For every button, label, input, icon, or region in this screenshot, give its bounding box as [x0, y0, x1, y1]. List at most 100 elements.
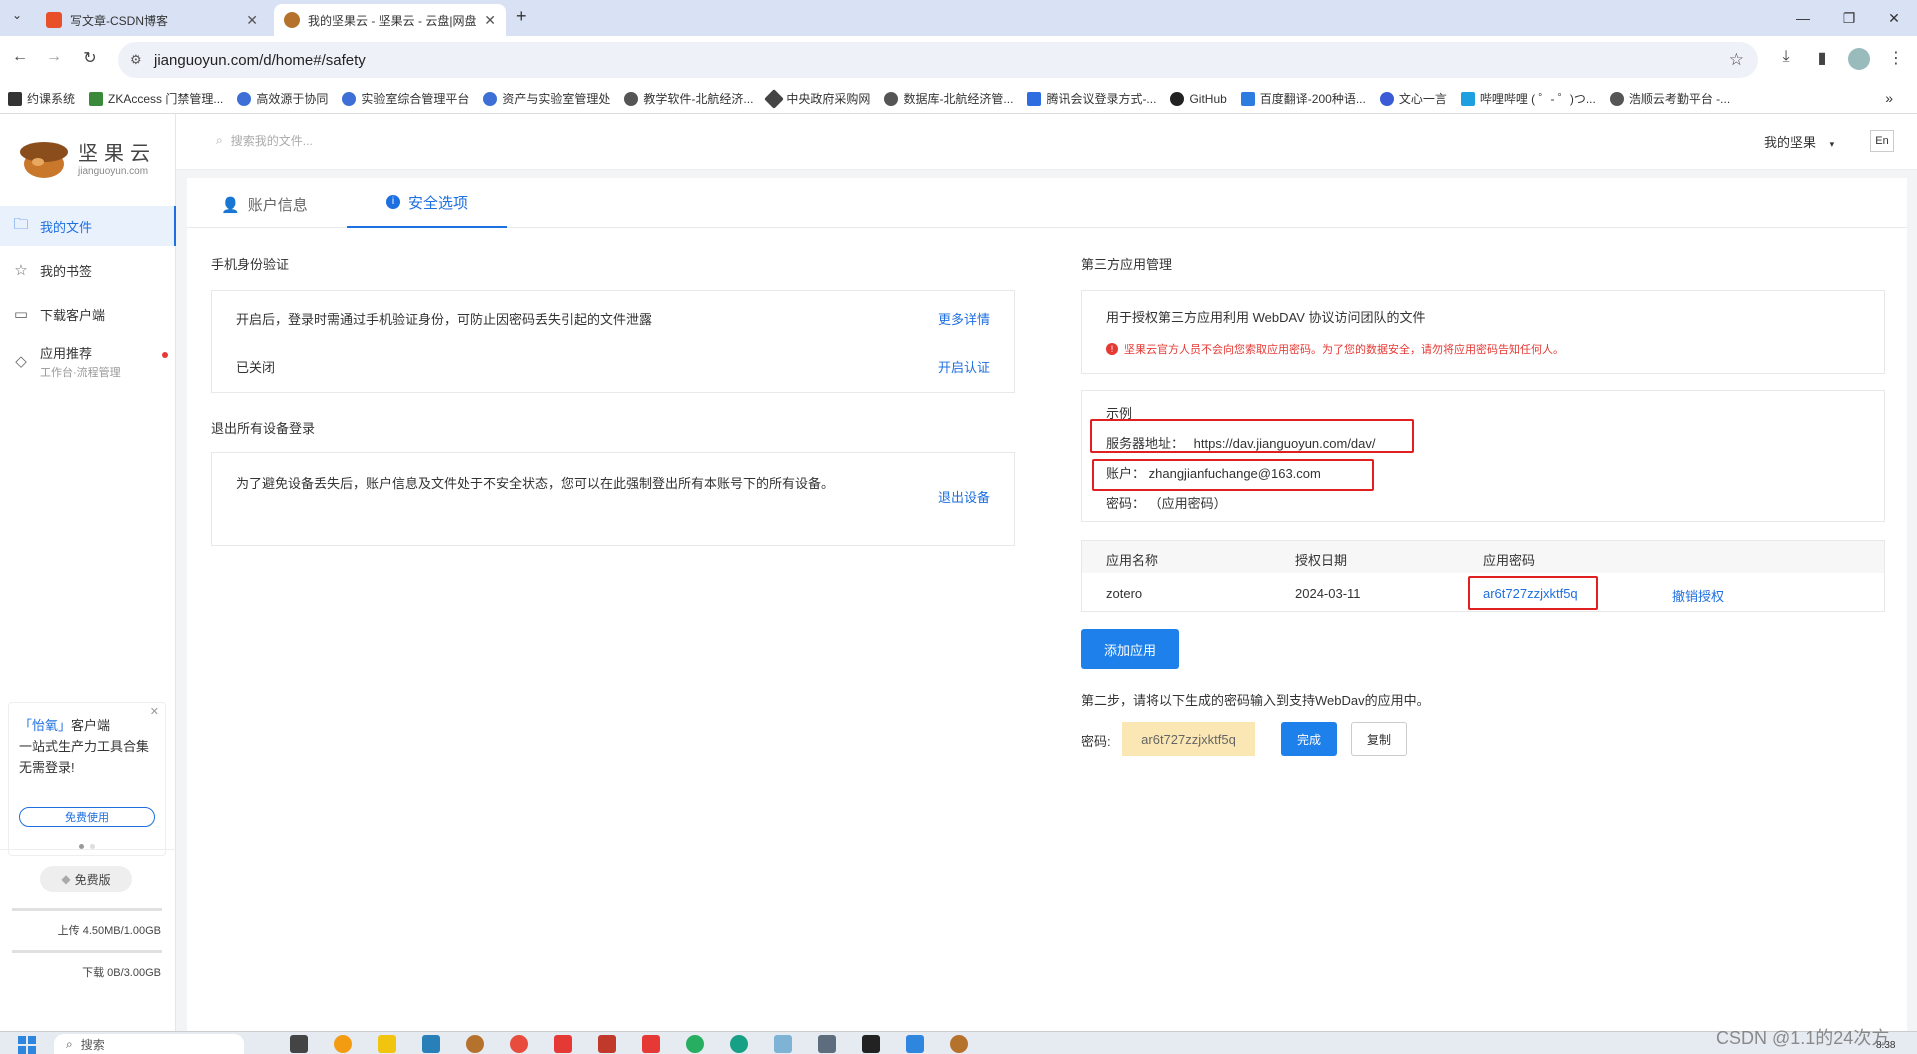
more-details-link[interactable]: 更多详情 [938, 309, 990, 328]
bookmark-item[interactable]: 教学软件-北航经济... [624, 90, 753, 107]
copy-button[interactable]: 复制 [1351, 722, 1407, 756]
task-view-icon[interactable] [290, 1035, 308, 1053]
bookmark-item[interactable]: 高效源于协同 [237, 90, 328, 107]
globe-icon [884, 91, 899, 106]
more-bookmarks-icon[interactable]: » [1885, 90, 1893, 106]
monitor-icon: ▭ [13, 306, 29, 323]
brand-domain: jianguoyun.com [78, 166, 149, 177]
upload-quota-bar [12, 908, 162, 911]
profile-avatar[interactable] [1848, 48, 1870, 70]
bookmark-item[interactable]: GitHub [1170, 91, 1227, 106]
jianguoyun-icon [284, 12, 300, 28]
back-icon[interactable]: ← [8, 48, 32, 66]
brand-name: 坚果云 [78, 143, 156, 165]
close-tab-icon[interactable]: ✕ [484, 12, 496, 29]
plan-badge[interactable]: ◆ 免费版 [40, 866, 132, 892]
bookmark-item[interactable]: 实验室综合管理平台 [342, 90, 469, 107]
bookmark-item[interactable]: 数据库-北航经济管... [884, 90, 1013, 107]
bookmark-item[interactable]: ZKAccess 门禁管理... [89, 90, 223, 107]
bookmark-item[interactable]: 资产与实验室管理处 [483, 90, 610, 107]
warning-icon: ! [1106, 343, 1118, 355]
reload-icon[interactable]: ↻ [78, 48, 102, 68]
bookmark-item[interactable]: 腾讯会议登录方式-... [1027, 90, 1156, 107]
menu-icon[interactable]: ⋮ [1884, 48, 1908, 68]
store-icon[interactable] [422, 1035, 440, 1053]
taskbar-search[interactable]: ⌕ 搜索 [54, 1034, 244, 1054]
jianguoyun-icon[interactable] [466, 1035, 484, 1053]
sidebar-item-bookmarks[interactable]: ☆ 我的书签 [0, 250, 176, 290]
github-icon [1170, 91, 1185, 106]
sidebar-item-download-client[interactable]: ▭ 下载客户端 [0, 294, 176, 334]
wechat-icon[interactable] [686, 1035, 704, 1053]
main-panel: 👤 账户信息 i 安全选项 手机身份验证 开启后，登录时需通过手机验证身份，可防… [187, 178, 1907, 1031]
done-button[interactable]: 完成 [1281, 722, 1337, 756]
close-tab-icon[interactable]: ✕ [246, 12, 258, 29]
tab-list-icon[interactable]: ⌄ [6, 8, 28, 28]
terminal-icon[interactable] [862, 1035, 880, 1053]
logout-devices-link[interactable]: 退出设备 [938, 487, 990, 506]
bilibili-icon [1460, 91, 1475, 106]
close-window-icon[interactable]: ✕ [1871, 0, 1917, 36]
example-card: 示例 服务器地址： https://dav.jianguoyun.com/dav… [1081, 390, 1885, 522]
vscode-icon[interactable] [906, 1035, 924, 1053]
app-icon[interactable] [598, 1035, 616, 1053]
jianguoyun-icon[interactable] [950, 1035, 968, 1053]
password-line: 密码： （应用密码） [1106, 496, 1227, 511]
bookmark-item[interactable]: 约课系统 [8, 90, 75, 107]
enable-auth-link[interactable]: 开启认证 [938, 357, 990, 376]
windows-start-icon[interactable] [18, 1036, 36, 1054]
wps-icon[interactable] [642, 1035, 660, 1053]
taskbar-apps [290, 1035, 968, 1053]
tab-jianguoyun[interactable]: 我的坚果云 - 坚果云 - 云盘|网盘 ✕ [274, 4, 506, 36]
app-icon[interactable] [774, 1035, 792, 1053]
sidebar-item-app-recommend[interactable]: ◇ 应用推荐 工作台·流程管理 [0, 338, 176, 384]
bookmark-item[interactable]: 文心一言 [1379, 90, 1447, 107]
bookmark-icon [342, 91, 357, 106]
caret-down-icon: ▾ [1829, 139, 1835, 149]
brand-logo[interactable]: 坚果云 jianguoyun.com [18, 134, 156, 180]
file-explorer-icon[interactable] [378, 1035, 396, 1053]
side-panel-icon[interactable]: ▮ [1810, 48, 1834, 68]
sidebar-item-my-files[interactable]: 🗀 我的文件 [0, 206, 176, 246]
globe-icon [624, 91, 639, 106]
add-app-button[interactable]: 添加应用 [1081, 629, 1179, 669]
revoke-auth-link[interactable]: 撤销授权 [1672, 586, 1724, 605]
logout-all-title: 退出所有设备登录 [211, 421, 316, 436]
download-icon[interactable]: ⤓ [1774, 48, 1798, 66]
tab-security[interactable]: i 安全选项 [347, 178, 507, 228]
new-tab-icon[interactable]: + [516, 6, 527, 27]
minimize-icon[interactable]: — [1780, 0, 1826, 36]
bookmark-icon [1027, 91, 1042, 106]
bookmark-item[interactable]: 百度翻译-200种语... [1240, 90, 1366, 107]
chrome-icon[interactable] [510, 1035, 528, 1053]
promo-card: ✕ 「怡氧」客户端 一站式生产力工具合集 无需登录! 免费使用 [8, 702, 166, 856]
app-icon[interactable] [818, 1035, 836, 1053]
bookmark-icon [8, 91, 22, 106]
url-field[interactable]: ⚙ jianguoyun.com/d/home#/safety ☆ [118, 42, 1758, 78]
tab-csdn[interactable]: 写文章-CSDN博客 ✕ [36, 4, 268, 36]
security-warning: ! 坚果云官方人员不会向您索取应用密码。为了您的数据安全，请勿将应用密码告知任何… [1106, 341, 1564, 357]
forward-icon[interactable]: → [42, 48, 66, 66]
bookmark-icon [237, 91, 252, 106]
bookmark-star-icon[interactable]: ☆ [1729, 50, 1744, 70]
acorn-icon [20, 142, 68, 178]
restore-icon[interactable]: ❐ [1826, 0, 1872, 36]
wps-icon[interactable] [554, 1035, 572, 1053]
diamond-icon: ◆ [61, 872, 71, 886]
bookmark-item[interactable]: 浩顺云考勤平台 -... [1609, 90, 1730, 107]
bookmark-icon [89, 91, 104, 106]
bookmark-item[interactable]: 中央政府采购网 [764, 88, 870, 109]
generated-password-field[interactable]: ar6t727zzjxktf5q [1122, 722, 1255, 756]
tab-account-info[interactable]: 👤 账户信息 [221, 194, 308, 215]
highlight-box [1468, 576, 1598, 610]
my-nut-menu[interactable]: 我的坚果 ▾ [1764, 132, 1834, 151]
search-input[interactable]: ⌕ 搜索我的文件... [216, 132, 313, 149]
site-info-icon[interactable]: ⚙ [130, 52, 142, 68]
csdn-watermark: CSDN @1.1的24次方 [1716, 1028, 1890, 1048]
app-icon[interactable] [334, 1035, 352, 1053]
bookmark-item[interactable]: 哔哩哔哩 ( ゜- ゜)つ... [1460, 90, 1596, 107]
folder-icon: 🗀 [13, 215, 29, 233]
language-toggle[interactable]: En [1870, 130, 1894, 152]
free-use-button[interactable]: 免费使用 [19, 807, 155, 827]
edge-icon[interactable] [730, 1035, 748, 1053]
